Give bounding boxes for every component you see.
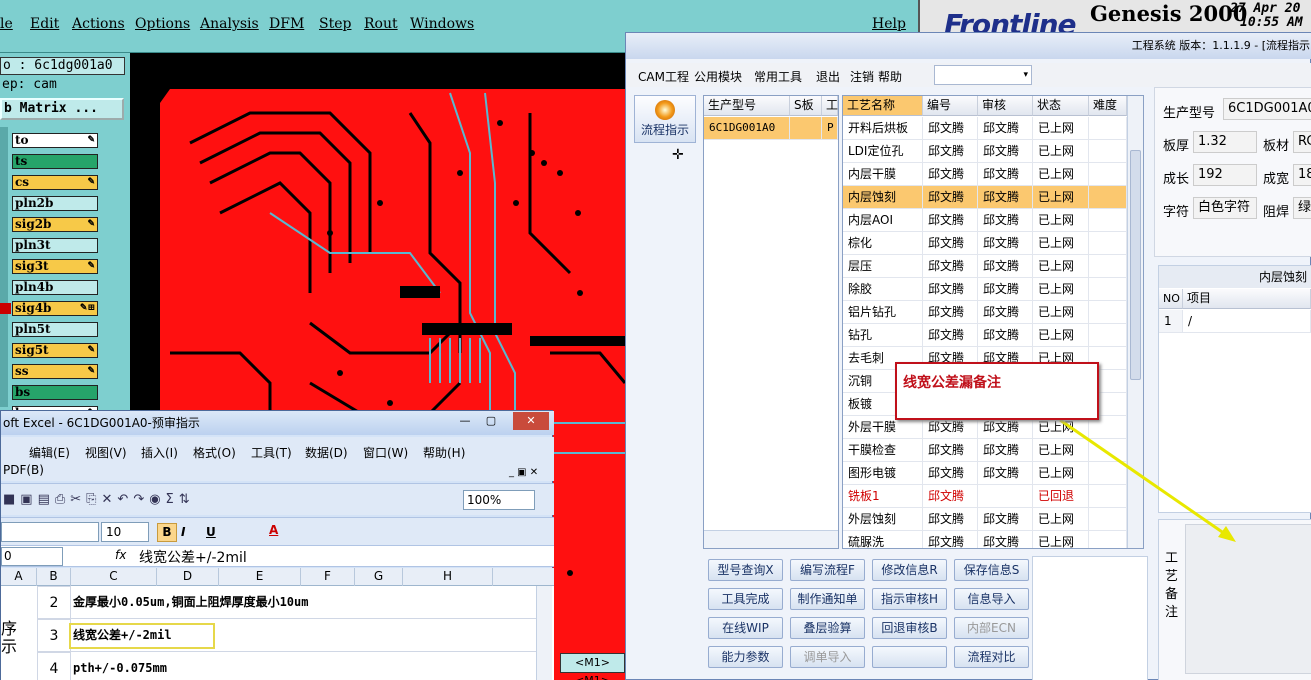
annotation-arrow-layer <box>1059 418 1236 542</box>
annotation-arrow-line <box>1059 418 1229 538</box>
arrow-head <box>1218 526 1236 542</box>
annotation-callout: 线宽公差漏备注 <box>895 362 1099 420</box>
